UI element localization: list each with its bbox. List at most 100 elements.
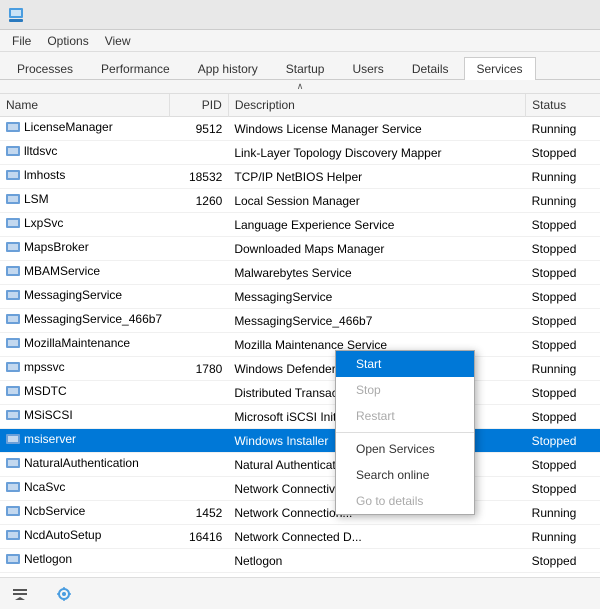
tab-app-history[interactable]: App history (185, 57, 271, 80)
cell-pid (170, 237, 228, 261)
table-row[interactable]: MapsBroker Downloaded Maps ManagerStopped (0, 237, 600, 261)
cell-name: lmhosts (0, 165, 170, 189)
scroll-up-indicator[interactable]: ∧ (0, 80, 600, 94)
fewer-details-button[interactable] (8, 584, 36, 604)
title-bar-left (8, 7, 30, 23)
table-row[interactable]: lltdsvcLink-Layer Topology Discovery Map… (0, 141, 600, 165)
service-icon: MSDTC (6, 384, 67, 398)
tab-users[interactable]: Users (339, 57, 396, 80)
cell-name: LxpSvc (0, 213, 170, 237)
tab-services[interactable]: Services (464, 57, 536, 80)
cell-name: msiserver (0, 429, 170, 453)
table-row[interactable]: MSDTCDistributed Transaction Coordinator… (0, 381, 600, 405)
table-row[interactable]: MozillaMaintenanceMozilla Maintenance Se… (0, 333, 600, 357)
table-row[interactable]: LicenseManager9512Windows License Manage… (0, 117, 600, 141)
minimize-button[interactable] (504, 6, 532, 24)
col-header-name[interactable]: Name (0, 94, 170, 117)
cell-status: Stopped (526, 285, 600, 309)
cell-name: Netlogon (0, 549, 170, 573)
cell-name: MapsBroker (0, 237, 170, 261)
table-row[interactable]: LxpSvcLanguage Experience ServiceStopped (0, 213, 600, 237)
service-icon: mpssvc (6, 360, 65, 374)
service-icon: LicenseManager (6, 120, 113, 134)
cell-desc: Network Connections (228, 573, 525, 578)
cell-status: Stopped (526, 213, 600, 237)
ctx-start[interactable]: Start (336, 351, 474, 377)
service-icon: NcdAutoSetup (6, 528, 101, 542)
maximize-button[interactable] (534, 6, 562, 24)
table-row[interactable]: NetlogonNetlogonStopped (0, 549, 600, 573)
table-row[interactable]: LSM 1260Local Session ManagerRunning (0, 189, 600, 213)
ctx-open-services[interactable]: Open Services (336, 436, 474, 462)
table-row[interactable]: msiserverWindows InstallerStopped (0, 429, 600, 453)
tab-performance[interactable]: Performance (88, 57, 183, 80)
ctx-go-to-details[interactable]: Go to details (336, 488, 474, 514)
cell-status: Running (526, 117, 600, 141)
menu-view[interactable]: View (97, 32, 139, 50)
service-name-text: LSM (24, 192, 49, 206)
cell-name: mpssvc (0, 357, 170, 381)
table-row[interactable]: NcaSvcNetwork Connectivity...Stopped (0, 477, 600, 501)
service-icon: MBAMService (6, 264, 100, 278)
service-name-text: NcdAutoSetup (24, 528, 101, 542)
cell-desc: Netlogon (228, 549, 525, 573)
cell-name: LSM (0, 189, 170, 213)
cell-desc: Network Connected D... (228, 525, 525, 549)
table-row[interactable]: MessagingService_466b7MessagingService_4… (0, 309, 600, 333)
col-header-pid[interactable]: PID (170, 94, 228, 117)
cell-status: Stopped (526, 237, 600, 261)
cell-desc: Local Session Manager (228, 189, 525, 213)
ctx-search-online[interactable]: Search online (336, 462, 474, 488)
cell-status: Stopped (526, 261, 600, 285)
table-row[interactable]: MessagingServiceMessagingServiceStopped (0, 285, 600, 309)
service-name-text: MozillaMaintenance (24, 336, 130, 350)
cell-name: lltdsvc (0, 141, 170, 165)
service-icon: NcbService (6, 504, 85, 518)
col-header-desc[interactable]: Description (228, 94, 525, 117)
cell-name: NcaSvc (0, 477, 170, 501)
service-name-text: Netman (24, 576, 66, 577)
table-row[interactable]: NetmanNetwork ConnectionsStopped (0, 573, 600, 578)
cell-desc: Downloaded Maps Manager (228, 237, 525, 261)
cell-pid: 1260 (170, 189, 228, 213)
cell-pid: 1452 (170, 501, 228, 525)
cell-pid: 1780 (170, 357, 228, 381)
cell-pid (170, 309, 228, 333)
service-name-text: lmhosts (24, 168, 65, 182)
service-icon: MozillaMaintenance (6, 336, 130, 350)
tab-details[interactable]: Details (399, 57, 462, 80)
cell-status: Running (526, 165, 600, 189)
service-name-text: Netlogon (24, 552, 72, 566)
cell-status: Running (526, 189, 600, 213)
table-row[interactable]: NcdAutoSetup16416Network Connected D...R… (0, 525, 600, 549)
ctx-restart[interactable]: Restart (336, 403, 474, 429)
cell-status: Stopped (526, 549, 600, 573)
service-name-text: MSiSCSI (24, 408, 73, 422)
service-name-text: MessagingService_466b7 (24, 312, 162, 326)
cell-desc: Windows License Manager Service (228, 117, 525, 141)
table-row[interactable]: lmhosts18532TCP/IP NetBIOS HelperRunning (0, 165, 600, 189)
cell-status: Running (526, 501, 600, 525)
tab-startup[interactable]: Startup (273, 57, 338, 80)
service-name-text: msiserver (24, 432, 76, 446)
table-row[interactable]: MSiSCSIMicrosoft iSCSI Initiator Service… (0, 405, 600, 429)
service-name-text: MSDTC (24, 384, 67, 398)
cell-desc: Malwarebytes Service (228, 261, 525, 285)
table-row[interactable]: mpssvc1780Windows Defender FirewallRunni… (0, 357, 600, 381)
ctx-stop[interactable]: Stop (336, 377, 474, 403)
service-icon: NaturalAuthentication (6, 456, 139, 470)
menu-file[interactable]: File (4, 32, 39, 50)
services-table-container[interactable]: Name PID Description Status LicenseManag… (0, 94, 600, 577)
close-button[interactable] (564, 6, 592, 24)
table-row[interactable]: MBAMService Malwarebytes ServiceStopped (0, 261, 600, 285)
cell-pid (170, 261, 228, 285)
table-row[interactable]: NcbService1452Network Connection...Runni… (0, 501, 600, 525)
open-services-button[interactable] (52, 584, 80, 604)
service-name-text: LxpSvc (24, 216, 63, 230)
cell-pid (170, 213, 228, 237)
menu-options[interactable]: Options (39, 32, 96, 50)
service-name-text: NcaSvc (24, 480, 65, 494)
table-row[interactable]: NaturalAuthenticationNatural Authenticat… (0, 453, 600, 477)
col-header-status[interactable]: Status (526, 94, 600, 117)
tab-processes[interactable]: Processes (4, 57, 86, 80)
